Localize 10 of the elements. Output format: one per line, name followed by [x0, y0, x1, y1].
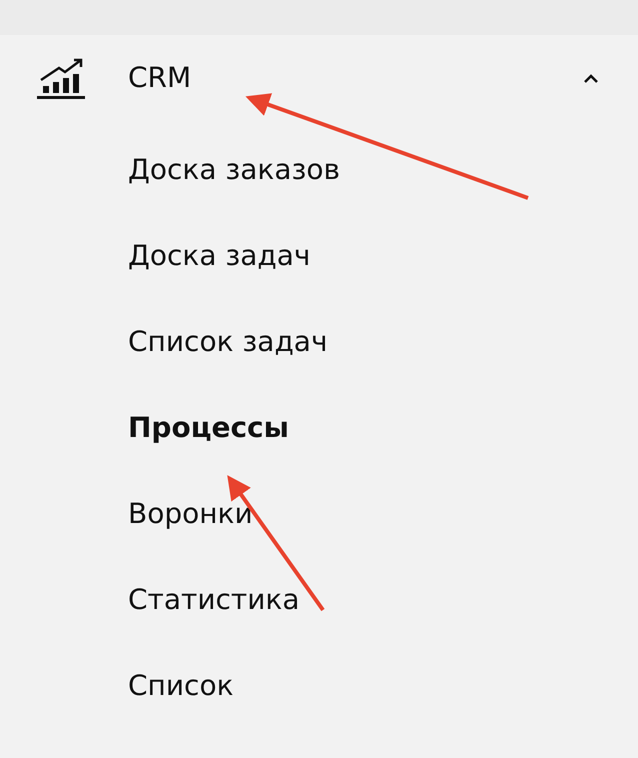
- chevron-up-icon[interactable]: [584, 74, 598, 82]
- menu-item[interactable]: Доска задач: [0, 213, 638, 299]
- menu-item[interactable]: Список задач: [0, 299, 638, 385]
- menu-item[interactable]: Список: [0, 643, 638, 729]
- menu-item[interactable]: Доска заказов: [0, 127, 638, 213]
- menu-item[interactable]: Воронки: [0, 471, 638, 557]
- menu-item[interactable]: Статистика: [0, 557, 638, 643]
- chart-icon: [37, 56, 85, 100]
- menu-item[interactable]: Процессы: [0, 385, 638, 471]
- menu-title[interactable]: CRM: [128, 57, 584, 99]
